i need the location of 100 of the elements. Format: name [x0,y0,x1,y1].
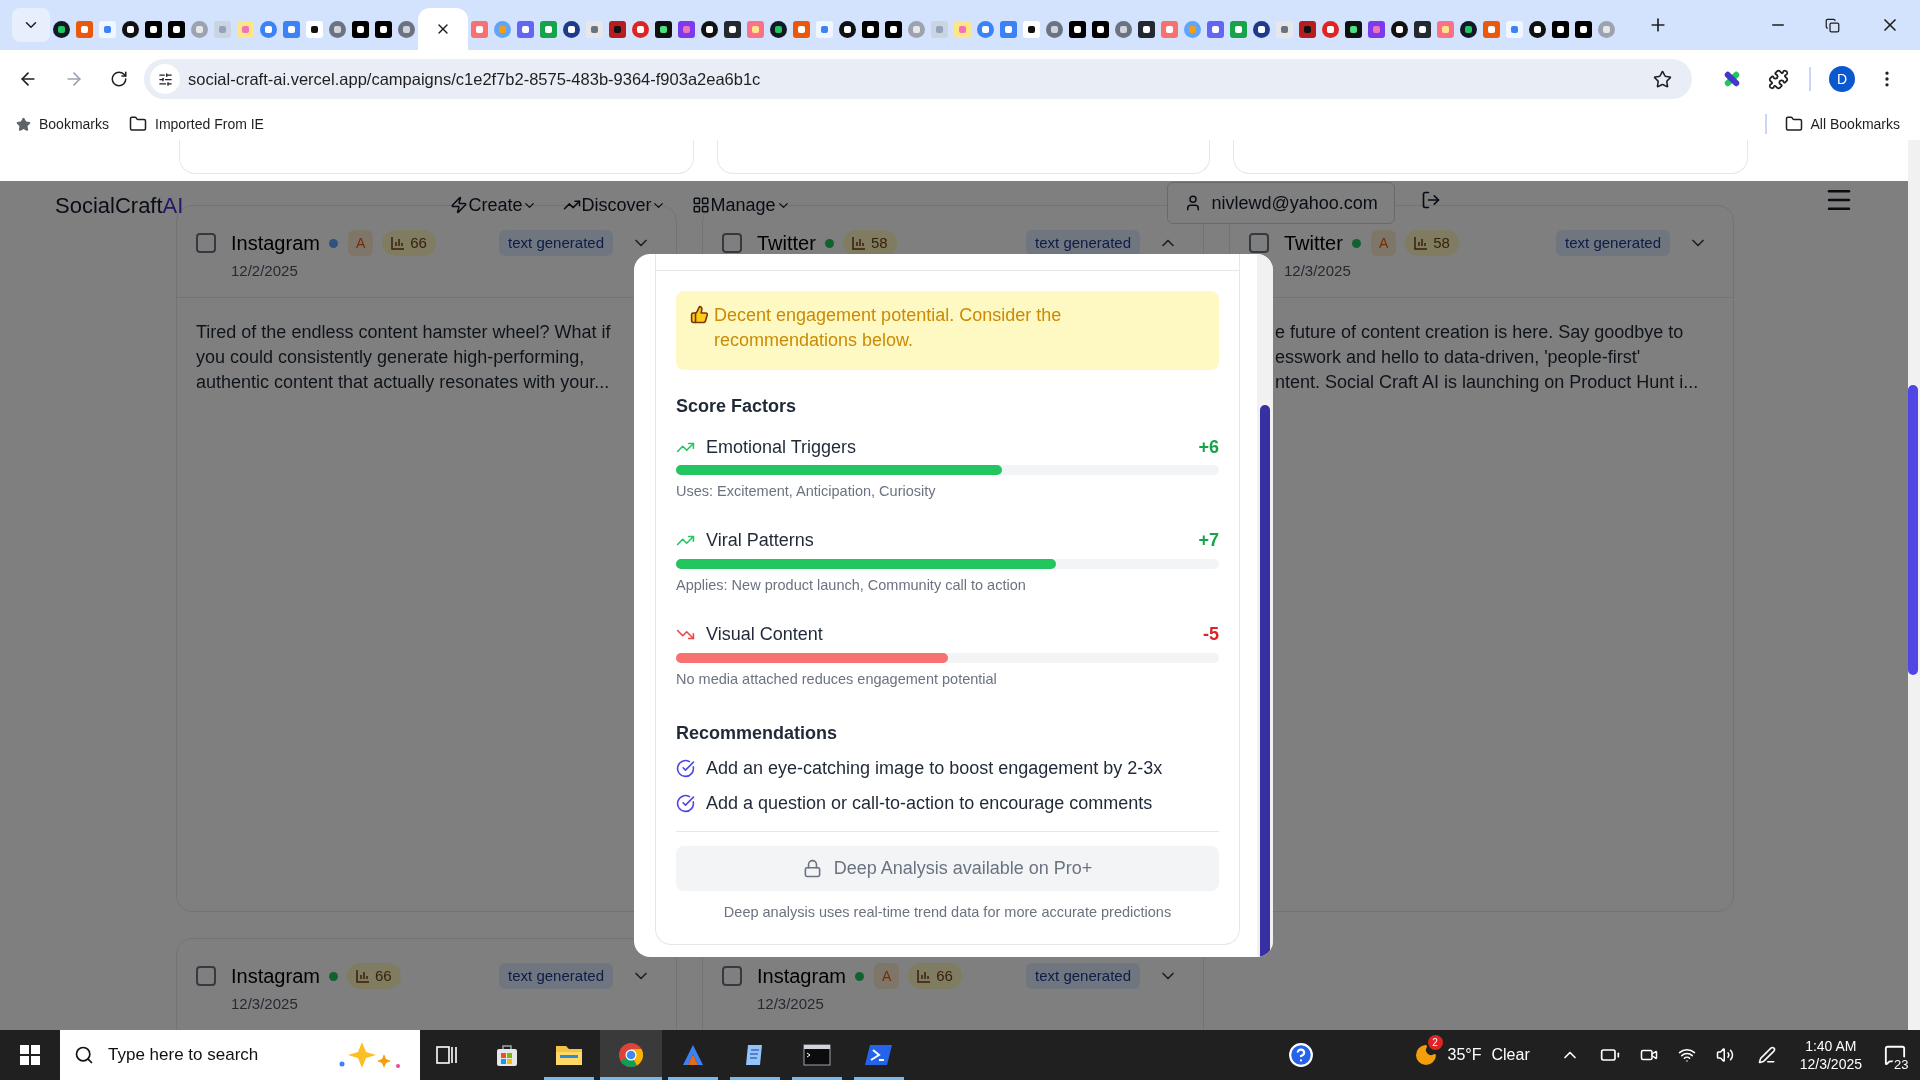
weather-widget[interactable]: 2 35°F Clear [1413,1033,1530,1077]
profile-avatar[interactable]: D [1829,66,1855,92]
taskbar-app[interactable] [600,1030,662,1080]
factor-score: -5 [1203,623,1219,646]
wifi-icon[interactable] [1677,1046,1696,1064]
factor-name: Viral Patterns [706,529,814,553]
clock[interactable]: 1:40 AM 12/3/2025 [1799,1037,1862,1073]
bar-chart-icon [917,969,932,983]
status-badge: text generated [1026,230,1140,256]
favicon-icon [1460,20,1477,38]
scrollbar-thumb[interactable] [1260,405,1270,957]
status-badge: text generated [1556,230,1670,256]
nav-menu[interactable]: Create [450,191,538,219]
favicon-icon [1437,20,1454,38]
check-circle-icon [676,794,695,814]
folder-icon [555,1043,583,1067]
pen-icon[interactable] [1757,1046,1776,1064]
favicon-icon [609,20,626,38]
platform-name: Instagram [231,231,320,256]
bookmark-item[interactable]: Imported From IE [129,113,264,135]
star-icon [16,116,31,132]
factor-note: Uses: Excitement, Anticipation, Curiosity [676,482,937,501]
platform-name: Twitter [1284,231,1343,256]
favicon-icon [1368,20,1385,38]
favicon-icon [747,20,764,38]
favicon-icon [816,20,833,38]
user-menu[interactable]: nivlewd@yahoo.com [1166,182,1395,224]
favicon-icon [1000,20,1017,38]
active-tab[interactable] [418,8,468,50]
factor-score: +6 [1198,435,1219,459]
score-value: 66 [936,965,953,986]
restore-icon[interactable] [1825,17,1840,33]
favicon-icon [1069,20,1086,38]
post-date: 12/2/2025 [231,261,299,281]
volume-icon[interactable] [1715,1046,1734,1064]
factor-note: Applies: New product launch, Community call to action [676,575,1027,595]
score-value: 66 [374,965,392,986]
select-checkbox[interactable] [722,233,742,253]
check-circle-icon [676,759,695,779]
favicon-icon [99,20,116,38]
select-checkbox[interactable] [1249,233,1269,253]
favicon-icon [306,20,323,38]
platform-name: Instagram [757,964,846,989]
favicon-icon [1115,20,1132,38]
folder-icon [1784,115,1803,133]
weather-badge: 2 [1427,1035,1443,1050]
favicon-icon [1276,20,1293,38]
grid-icon [692,196,711,214]
clock-date: 12/3/2025 [1799,1055,1862,1073]
favicon-icon [632,20,649,38]
favicon-icon [701,20,718,38]
bookmark-item[interactable]: Bookmarks [16,113,110,135]
extensions-icon[interactable] [1768,68,1789,90]
nav-menu[interactable]: Manage [692,191,791,219]
notification-count: 23 [1892,1057,1911,1072]
all-bookmarks-button[interactable]: All Bookmarks [1784,113,1900,135]
favicon-icon [1345,20,1362,38]
score-value: 66 [410,232,427,253]
favicon-icon [145,20,162,38]
search-placeholder: Type here to search [108,1044,259,1067]
favicon-icon [954,20,971,38]
lightning-icon [450,196,469,214]
favicon-icon [1483,20,1500,38]
help-icon[interactable] [1287,1042,1314,1068]
favicon-icon [471,20,488,38]
search-icon [74,1045,94,1065]
favicon-icon [862,20,879,38]
favicon-icon [352,20,369,38]
favicon-icon [1161,20,1178,38]
status-badge: text generated [499,963,613,989]
ai-badge: A [347,230,374,256]
favicon-icon [1046,20,1063,38]
favicon-icon [977,20,994,38]
taskbar-search-field[interactable]: Type here to search [60,1030,420,1080]
favicon-icon [1253,20,1270,38]
favicon-icon [375,20,392,38]
alert-text: Decent engagement potential. Consider the recommendations below. [714,304,1063,352]
favicon-icon [540,20,557,38]
logout-icon[interactable] [1420,190,1441,210]
bar-chart-icon [1414,236,1429,250]
brand-logo[interactable]: SocialCraftAI [55,188,184,222]
scrollbar-thumb[interactable] [1908,385,1918,675]
favicon-icon [885,20,902,38]
select-checkbox[interactable] [196,966,216,986]
recommendation-text: Add an eye-catching image to boost engagement by 2-3x [706,757,1163,781]
thumbs-up-icon [690,305,709,324]
bookmark-star-icon[interactable] [1653,69,1672,89]
favicon-icon [563,20,580,38]
reload-icon[interactable] [110,70,128,88]
select-checkbox[interactable] [196,233,216,253]
select-checkbox[interactable] [722,966,742,986]
windows-logo-icon[interactable] [20,1045,40,1065]
task-view-icon[interactable] [436,1045,458,1065]
site-info-button[interactable] [150,64,180,94]
favicon-icon [398,20,415,38]
favicon-icon [1414,20,1431,38]
favicon-icon [1391,20,1408,38]
nav-menu[interactable]: Discover [563,191,667,219]
address-bar[interactable]: social-craft-ai.vercel.app/campaigns/c1e2f7b2-8575-483b-9364-f903a2ea6b1c [144,59,1692,99]
factor-note: No media attached reduces engagement potential [676,669,998,689]
